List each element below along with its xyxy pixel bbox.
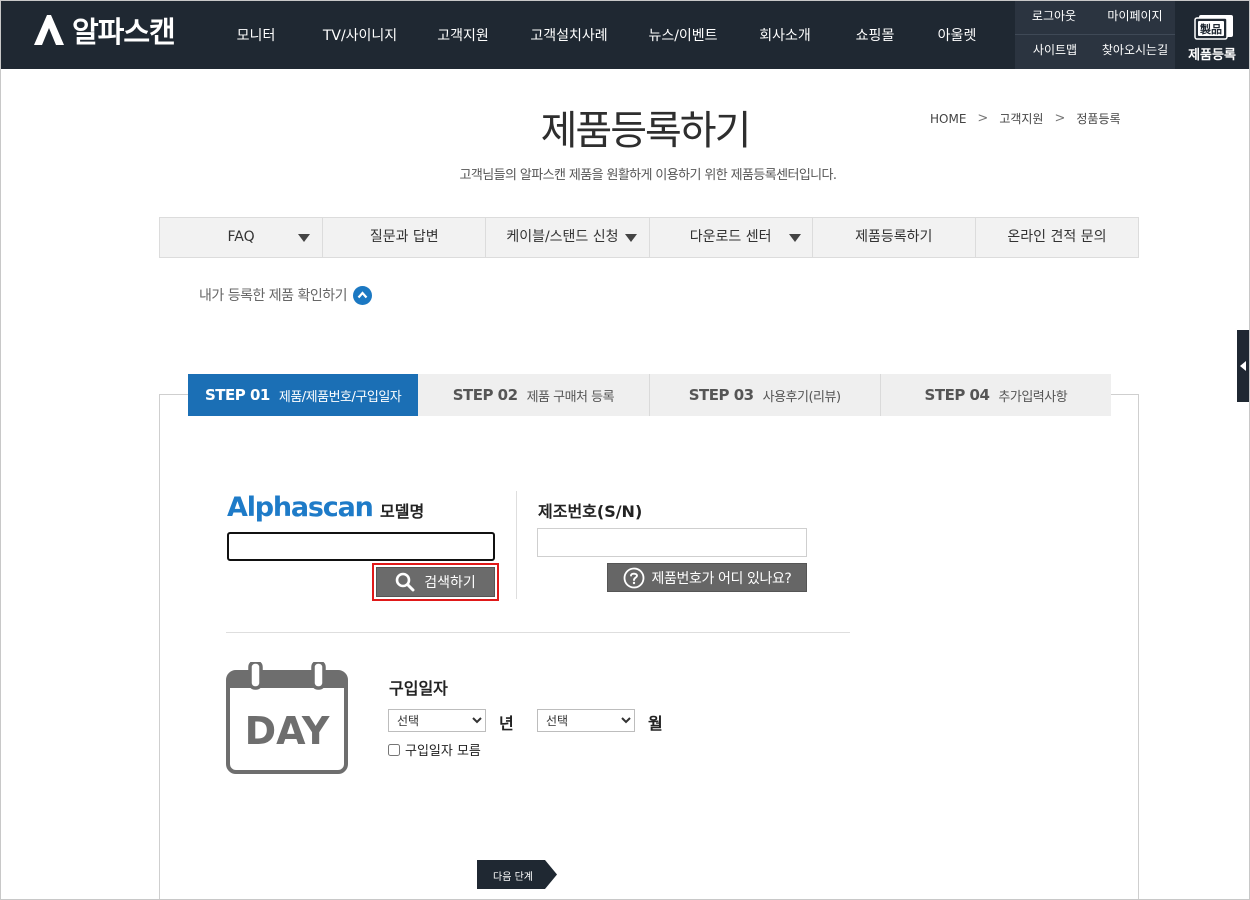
step-number: STEP 02 xyxy=(452,386,518,404)
subtab-online-quote[interactable]: 온라인 견적 문의 xyxy=(976,218,1138,257)
subtab-cable-stand[interactable]: 케이블/스탠드 신청 xyxy=(486,218,650,257)
month-unit-label: 월 xyxy=(648,714,663,733)
nav-item-tv-signage[interactable]: TV/사이니지 xyxy=(323,25,397,45)
dropdown-arrow-icon xyxy=(788,234,801,242)
page-subtitle: 고객님들의 알파스캔 제품을 원활하게 이용하기 위한 제품등록센터입니다. xyxy=(459,168,837,183)
nav-item-company[interactable]: 회사소개 xyxy=(759,25,811,45)
step-number: STEP 03 xyxy=(688,386,754,404)
subtab-label: 제품등록하기 xyxy=(855,229,933,245)
step-tab-2[interactable]: STEP 02 제품 구매처 등록 xyxy=(418,374,650,416)
subtab-label: 질문과 답변 xyxy=(369,229,439,245)
subtab-faq[interactable]: FAQ xyxy=(160,218,324,257)
year-unit-label: 년 xyxy=(499,714,514,733)
purchase-month-select[interactable]: 선택 xyxy=(537,709,635,732)
nav-item-outlet[interactable]: 아울렛 xyxy=(938,25,977,45)
date-unknown-label: 구입일자 모름 xyxy=(405,744,481,759)
step-tabs: STEP 01 제품/제품번호/구입일자 STEP 02 제품 구매처 등록 S… xyxy=(188,374,1111,416)
serial-help-label: 제품번호가 어디 있나요? xyxy=(651,570,792,587)
subtab-product-register[interactable]: 제품등록하기 xyxy=(813,218,976,257)
subtab-qna[interactable]: 질문과 답변 xyxy=(323,218,487,257)
serial-help-button[interactable]: 제품번호가 어디 있나요? xyxy=(607,563,807,592)
registration-panel xyxy=(159,394,1139,900)
nav-item-news-events[interactable]: 뉴스/이벤트 xyxy=(648,25,717,45)
next-step-label: 다음 단계 xyxy=(493,872,533,883)
step-label: 제품/제품번호/구입일자 xyxy=(278,389,402,405)
step-number: STEP 01 xyxy=(205,386,270,404)
question-circle-icon xyxy=(623,567,644,588)
search-button-label: 검색하기 xyxy=(424,575,476,591)
mypage-link[interactable]: 마이페이지 xyxy=(1107,7,1162,24)
step-tab-1[interactable]: STEP 01 제품/제품번호/구입일자 xyxy=(188,374,419,416)
nav-item-monitor[interactable]: 모니터 xyxy=(237,25,276,45)
breadcrumb: HOME > 고객지원 > 정품등록 xyxy=(930,110,1121,127)
subtab-label: 케이블/스탠드 신청 xyxy=(506,229,619,245)
step-tab-4[interactable]: STEP 04 추가입력사항 xyxy=(881,374,1111,416)
date-unknown-option[interactable]: 구입일자 모름 xyxy=(388,740,481,759)
serial-number-input[interactable] xyxy=(537,528,807,557)
logo-a-icon xyxy=(34,15,64,45)
section-divider-vertical xyxy=(516,491,517,599)
breadcrumb-home[interactable]: HOME xyxy=(930,112,966,126)
step-label: 추가입력사항 xyxy=(998,389,1068,405)
dropdown-arrow-icon xyxy=(625,234,638,242)
my-products-label: 내가 등록한 제품 확인하기 xyxy=(199,288,348,304)
sitemap-link[interactable]: 사이트맵 xyxy=(1033,41,1077,58)
calendar-day-icon: DAY xyxy=(226,662,348,774)
step-label: 제품 구매처 등록 xyxy=(526,389,615,405)
utility-divider xyxy=(1015,34,1175,35)
chevron-up-icon xyxy=(353,285,373,305)
quick-menu-toggle[interactable] xyxy=(1237,330,1250,402)
step-tab-3[interactable]: STEP 03 사용후기(리뷰) xyxy=(650,374,881,416)
arrow-left-icon xyxy=(1240,361,1246,371)
main-nav: 모니터 TV/사이니지 고객지원 고객설치사례 뉴스/이벤트 회사소개 쇼핑몰 … xyxy=(220,0,1010,69)
subtab-label: FAQ xyxy=(227,229,255,245)
search-icon xyxy=(395,572,415,592)
page-title: 제품등록하기 xyxy=(540,108,752,154)
svg-text:製品: 製品 xyxy=(1199,22,1222,36)
nav-item-install-cases[interactable]: 고객설치사례 xyxy=(530,25,607,45)
nav-item-support[interactable]: 고객지원 xyxy=(437,25,489,45)
breadcrumb-current: 정품등록 xyxy=(1076,112,1121,126)
step-label: 사용후기(리뷰) xyxy=(762,389,841,405)
serial-number-label: 제조번호(S/N) xyxy=(538,502,643,521)
logo-text: 알파스캔 xyxy=(72,15,176,49)
register-icon: 製品 xyxy=(1194,15,1233,40)
support-subtabs: FAQ 질문과 답변 케이블/스탠드 신청 다운로드 센터 제품등록하기 온라인… xyxy=(159,217,1139,258)
product-register-badge[interactable]: 製品 제품등록 xyxy=(1178,0,1250,69)
subtab-download[interactable]: 다운로드 센터 xyxy=(650,218,813,257)
next-step-button[interactable]: 다음 단계 xyxy=(477,860,557,889)
alphascan-logo[interactable]: 알파스캔 xyxy=(32,12,176,49)
date-unknown-checkbox[interactable] xyxy=(388,743,400,756)
subtab-label: 다운로드 센터 xyxy=(689,229,772,245)
logout-link[interactable]: 로그아웃 xyxy=(1032,7,1076,24)
register-badge-label: 제품등록 xyxy=(1188,48,1236,63)
section-divider-horizontal xyxy=(226,632,850,633)
purchase-year-select[interactable]: 선택 xyxy=(388,709,486,732)
brand-logo-text: Alphascan xyxy=(227,492,374,523)
directions-link[interactable]: 찾아오시는길 xyxy=(1102,41,1168,58)
subtab-label: 온라인 견적 문의 xyxy=(1007,229,1107,245)
model-name-label: 모델명 xyxy=(380,502,425,521)
nav-item-shop[interactable]: 쇼핑몰 xyxy=(856,25,895,45)
model-name-input[interactable] xyxy=(227,532,495,561)
my-products-toggle[interactable]: 내가 등록한 제품 확인하기 xyxy=(199,285,373,305)
purchase-date-label: 구입일자 xyxy=(389,679,448,698)
step-number: STEP 04 xyxy=(924,386,990,404)
model-search-button[interactable]: 검색하기 xyxy=(376,567,495,597)
breadcrumb-support[interactable]: 고객지원 xyxy=(999,110,1043,127)
day-icon-text: DAY xyxy=(245,709,330,753)
breadcrumb-separator-icon: > xyxy=(1054,111,1066,126)
breadcrumb-separator-icon: > xyxy=(977,111,989,126)
dropdown-arrow-icon xyxy=(298,234,310,242)
alphascan-brand-logo: Alphascan xyxy=(227,489,374,523)
